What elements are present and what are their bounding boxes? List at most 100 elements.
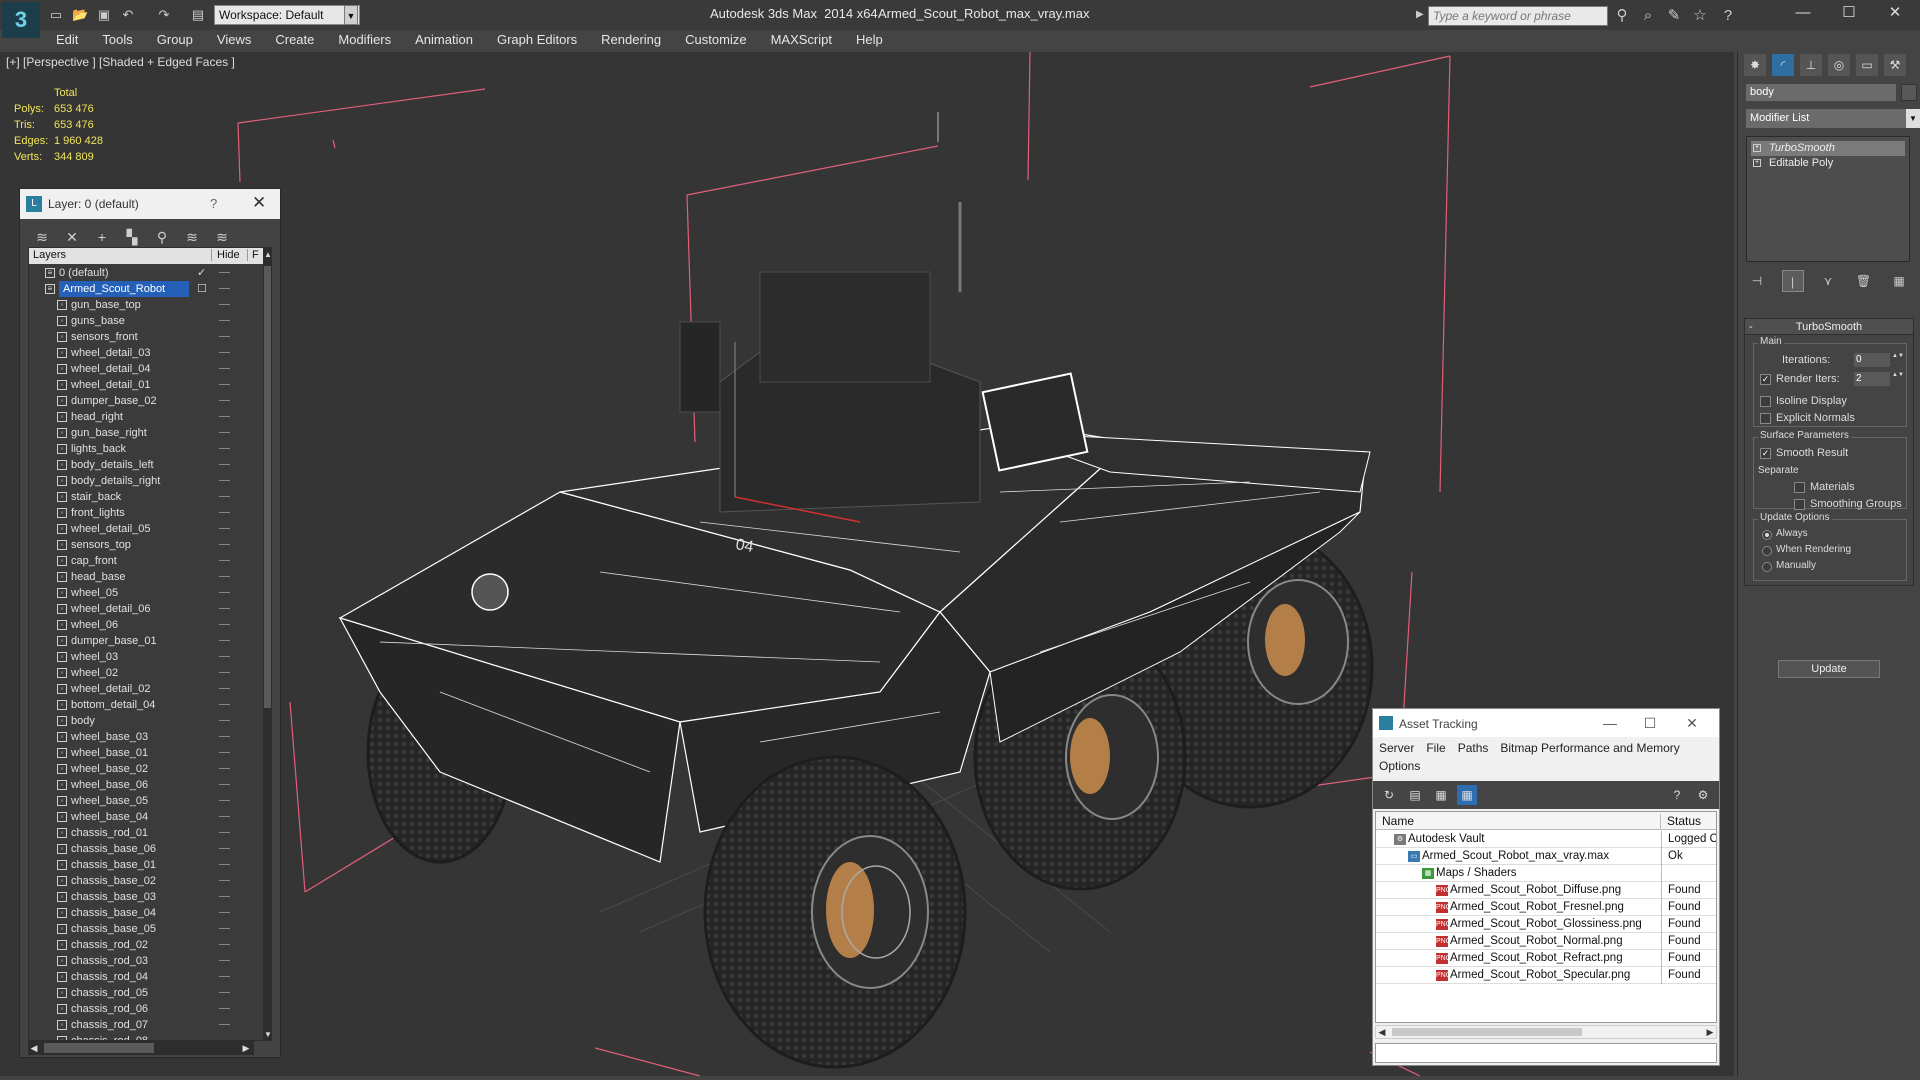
help-icon[interactable]: ?: [210, 196, 217, 211]
asset-row[interactable]: PNG Armed_Scout_Robot_Specular.png Found: [1376, 967, 1716, 984]
stack-item-turbosmooth[interactable]: • TurboSmooth: [1751, 141, 1905, 156]
scroll-right-icon[interactable]: ▶: [240, 1041, 252, 1055]
smoothing-groups-checkbox[interactable]: [1794, 499, 1805, 510]
scroll-up-icon[interactable]: ▲: [263, 248, 271, 262]
subscription-icon[interactable]: ⌕: [1638, 6, 1658, 26]
layer-row[interactable]: ◦ chassis_rod_05 ––: [29, 985, 249, 1001]
layer-list-hscrollbar[interactable]: ◀ ▶: [28, 1041, 254, 1055]
smooth-result-checkbox[interactable]: ✓: [1760, 448, 1771, 459]
menu-options[interactable]: Options: [1379, 759, 1420, 773]
layer-row[interactable]: ◦ wheel_detail_02 ––: [29, 681, 249, 697]
materials-checkbox[interactable]: [1794, 482, 1805, 493]
update-button[interactable]: Update: [1778, 660, 1880, 678]
hide-toggle[interactable]: ––: [219, 793, 230, 809]
select-objects-icon[interactable]: ▚: [120, 225, 144, 249]
display-tab-icon[interactable]: ▭: [1856, 54, 1878, 76]
hide-toggle[interactable]: ––: [219, 617, 230, 633]
layer-row[interactable]: ◦ body ––: [29, 713, 249, 729]
layer-row[interactable]: ◦ sensors_front ––: [29, 329, 249, 345]
hide-toggle[interactable]: ––: [219, 1033, 230, 1040]
maximize-icon[interactable]: ☐: [1826, 0, 1872, 26]
asset-row[interactable]: PNG Armed_Scout_Robot_Fresnel.png Found: [1376, 899, 1716, 916]
layer-row[interactable]: ◦ lights_back ––: [29, 441, 249, 457]
layer-row[interactable]: ◦ wheel_detail_03 ––: [29, 345, 249, 361]
workspace-dropdown[interactable]: Workspace: Default ▼: [214, 5, 360, 25]
help-icon[interactable]: ?: [1667, 785, 1687, 805]
layer-row[interactable]: ◦ chassis_base_05 ––: [29, 921, 249, 937]
layer-row[interactable]: ◦ wheel_03 ––: [29, 649, 249, 665]
layer-row[interactable]: ◦ wheel_detail_04 ––: [29, 361, 249, 377]
hide-toggle[interactable]: ––: [219, 377, 230, 393]
layer-row[interactable]: ≡ Armed_Scout_Robot ☐ ––: [29, 281, 249, 297]
layer-row[interactable]: ◦ wheel_base_01 ––: [29, 745, 249, 761]
hide-toggle[interactable]: ––: [219, 1017, 230, 1033]
column-layers[interactable]: Layers: [33, 249, 66, 261]
layer-row[interactable]: ◦ chassis_rod_02 ––: [29, 937, 249, 953]
hide-toggle[interactable]: ––: [219, 729, 230, 745]
freeze-all-icon[interactable]: ≋: [210, 225, 234, 249]
menu-maxscript[interactable]: MAXScript: [759, 30, 844, 50]
object-name-field[interactable]: body: [1746, 84, 1896, 101]
layer-row[interactable]: ◦ wheel_02 ––: [29, 665, 249, 681]
scroll-thumb[interactable]: [44, 1043, 154, 1053]
scroll-down-icon[interactable]: ▼: [263, 1028, 271, 1040]
asset-row[interactable]: ▦ Maps / Shaders: [1376, 865, 1716, 882]
configure-sets-icon[interactable]: ▦: [1888, 270, 1910, 292]
hide-toggle[interactable]: ––: [219, 937, 230, 953]
object-color-swatch[interactable]: [1901, 84, 1917, 101]
menu-animation[interactable]: Animation: [403, 30, 485, 50]
hide-toggle[interactable]: ––: [219, 409, 230, 425]
spinner-arrows-icon[interactable]: ▲▼: [1892, 353, 1904, 367]
make-unique-icon[interactable]: ⋎: [1817, 270, 1839, 292]
scroll-left-icon[interactable]: ◀: [1376, 1026, 1388, 1038]
when-rendering-radio[interactable]: [1762, 546, 1772, 556]
hide-toggle[interactable]: ––: [219, 665, 230, 681]
menu-create[interactable]: Create: [263, 30, 326, 50]
menu-group[interactable]: Group: [145, 30, 205, 50]
hide-toggle[interactable]: ––: [219, 761, 230, 777]
layer-row[interactable]: ≡ 0 (default) ✓ ––: [29, 265, 249, 281]
layer-row[interactable]: ◦ chassis_rod_03 ––: [29, 953, 249, 969]
hide-toggle[interactable]: ––: [219, 681, 230, 697]
app-logo-icon[interactable]: 3: [2, 2, 40, 38]
asset-row[interactable]: PNG Armed_Scout_Robot_Glossiness.png Found: [1376, 916, 1716, 933]
modify-tab-icon[interactable]: ◜: [1772, 54, 1794, 76]
menu-file[interactable]: File: [1426, 741, 1445, 755]
column-hide[interactable]: Hide: [211, 249, 240, 261]
list-view-icon[interactable]: ▤: [1405, 785, 1425, 805]
undo-icon[interactable]: ↶: [120, 7, 136, 23]
minimize-icon[interactable]: —: [1595, 713, 1625, 733]
menu-paths[interactable]: Paths: [1458, 741, 1489, 755]
layer-row[interactable]: ◦ stair_back ––: [29, 489, 249, 505]
redo-icon[interactable]: ↷: [156, 7, 172, 23]
remove-modifier-icon[interactable]: 🗑: [1853, 270, 1875, 292]
pin-stack-icon[interactable]: ⊣: [1746, 270, 1768, 292]
layer-row[interactable]: ◦ chassis_rod_04 ––: [29, 969, 249, 985]
menu-modifiers[interactable]: Modifiers: [326, 30, 403, 50]
options-icon[interactable]: ⚙: [1693, 785, 1713, 805]
asset-row[interactable]: ▭ Armed_Scout_Robot_max_vray.max Ok: [1376, 848, 1716, 865]
menu-tools[interactable]: Tools: [90, 30, 144, 50]
layer-row[interactable]: ◦ chassis_base_06 ––: [29, 841, 249, 857]
hide-toggle[interactable]: ––: [219, 521, 230, 537]
rollout-header[interactable]: - TurboSmooth: [1745, 319, 1913, 335]
always-radio[interactable]: [1762, 530, 1772, 540]
minimize-icon[interactable]: —: [1780, 0, 1826, 26]
hide-toggle[interactable]: ––: [219, 777, 230, 793]
refresh-icon[interactable]: ↻: [1379, 785, 1399, 805]
hide-toggle[interactable]: ––: [219, 857, 230, 873]
menu-graph-editors[interactable]: Graph Editors: [485, 30, 589, 50]
layer-list[interactable]: Layers Hide F ≡ 0 (default) ✓ –– ≡ Armed_Scou…: [28, 247, 272, 1041]
layer-row[interactable]: ◦ wheel_base_02 ––: [29, 761, 249, 777]
communication-icon[interactable]: ✎: [1664, 6, 1684, 26]
layer-row[interactable]: ◦ wheel_05 ––: [29, 585, 249, 601]
layer-row[interactable]: ◦ body_details_right ––: [29, 473, 249, 489]
close-icon[interactable]: ✕: [1872, 0, 1918, 26]
manually-radio[interactable]: [1762, 562, 1772, 572]
help-icon[interactable]: ?: [1718, 6, 1738, 26]
active-layer-box-icon[interactable]: ☐: [197, 281, 207, 297]
hide-toggle[interactable]: ––: [219, 329, 230, 345]
hide-toggle[interactable]: ––: [219, 873, 230, 889]
layer-row[interactable]: ◦ body_details_left ––: [29, 457, 249, 473]
project-folder-icon[interactable]: ▤: [190, 7, 206, 23]
